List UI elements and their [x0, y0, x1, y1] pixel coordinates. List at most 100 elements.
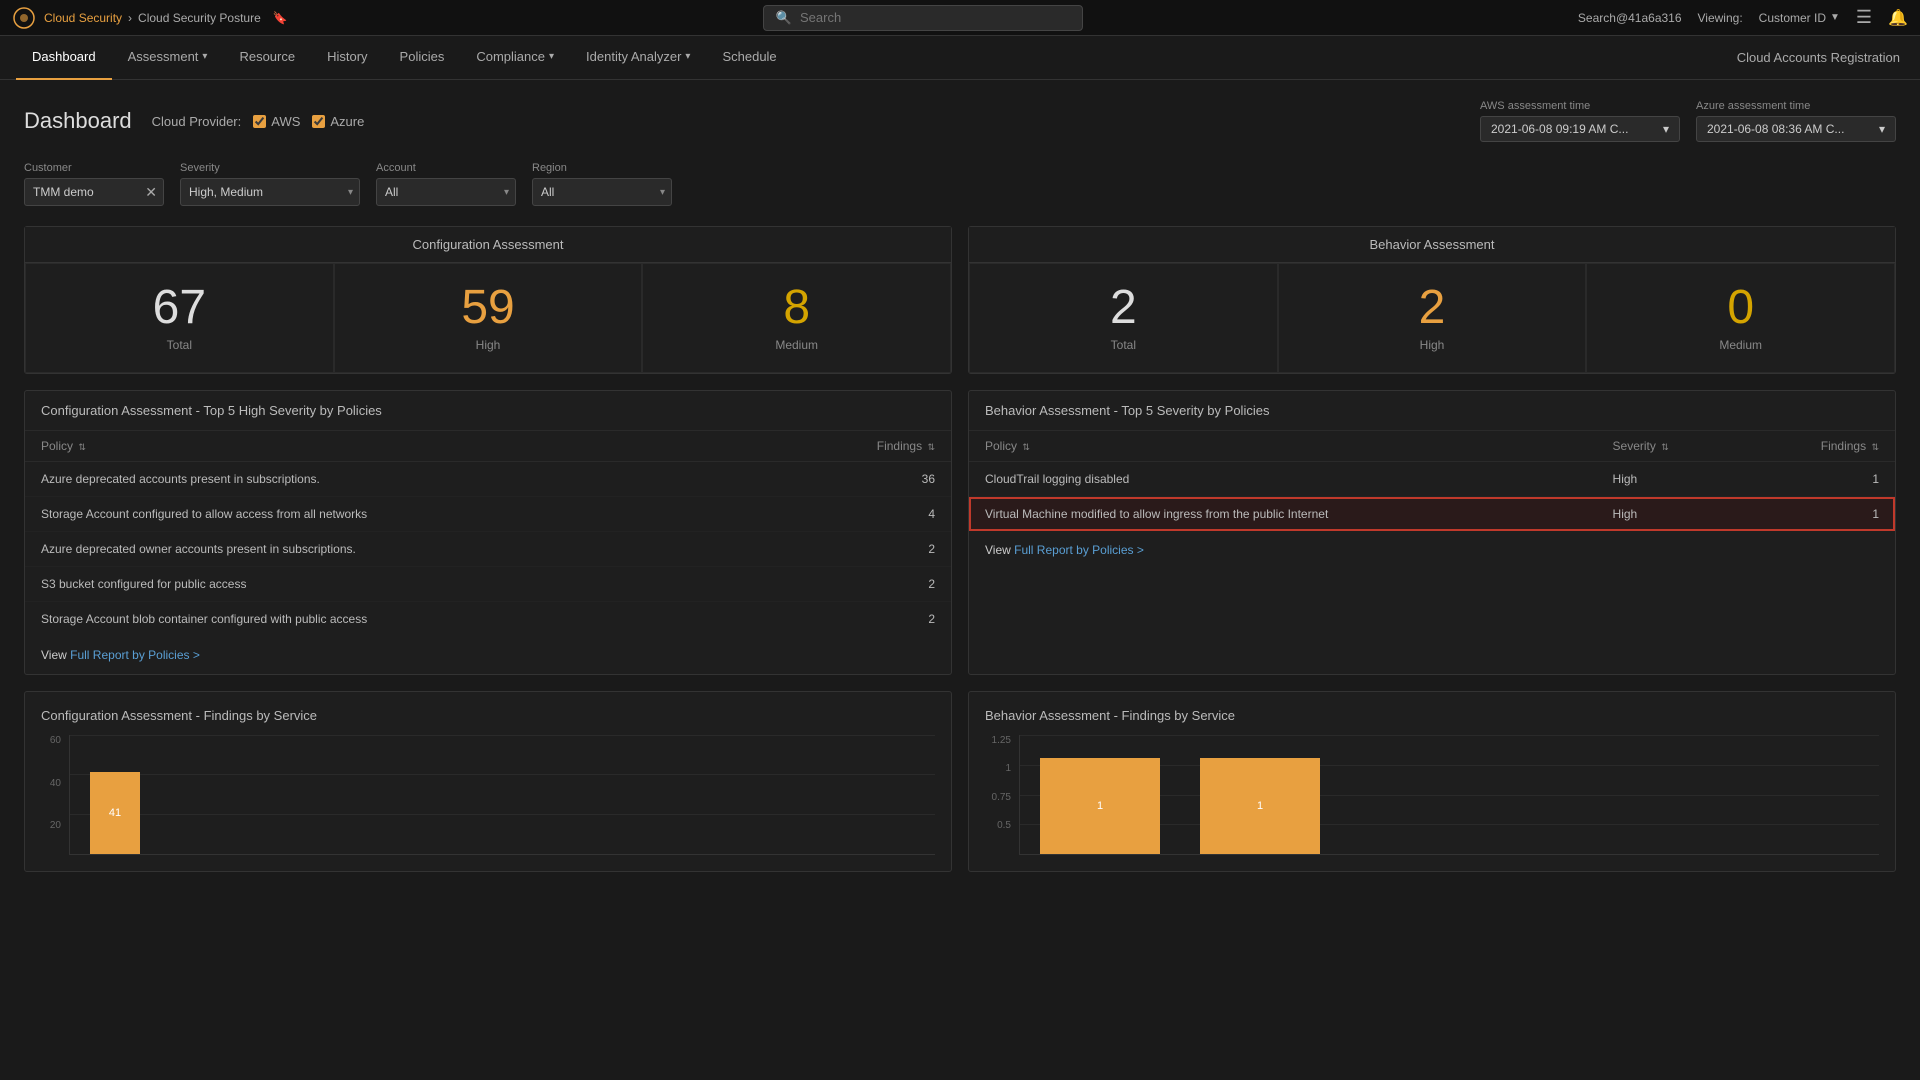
aws-checkbox-label[interactable]: AWS — [253, 114, 300, 129]
table-row[interactable]: Storage Account blob container configure… — [25, 602, 951, 637]
config-panel-header: Configuration Assessment — [25, 227, 951, 263]
filters-row: Customer TMM demo ✕ Severity High, Mediu… — [24, 162, 1896, 206]
nav-assessment[interactable]: Assessment ▾ — [112, 36, 224, 80]
severity-cell: High — [1597, 497, 1745, 532]
config-chart-area: 60 40 20 41 — [41, 735, 935, 855]
behavior-findings-col-header[interactable]: Findings ⇅ — [1744, 431, 1895, 462]
app-logo-container — [12, 6, 36, 30]
account-filter: Account All ▾ — [376, 162, 516, 206]
behavior-table-panel: Behavior Assessment - Top 5 Severity by … — [968, 390, 1896, 675]
table-row[interactable]: Azure deprecated accounts present in sub… — [25, 462, 951, 497]
nav-schedule[interactable]: Schedule — [706, 36, 792, 80]
behavior-bar-2-value: 1 — [1257, 800, 1263, 812]
chevron-down-icon: ▾ — [498, 187, 515, 198]
search-icon: 🔍 — [776, 10, 792, 26]
findings-cell: 1 — [1744, 462, 1895, 497]
aws-label: AWS — [271, 114, 300, 129]
chevron-down-icon: ▾ — [202, 51, 207, 62]
chevron-down-icon: ▾ — [685, 51, 690, 62]
config-bar-value: 41 — [109, 807, 121, 819]
nav-resource[interactable]: Resource — [223, 36, 311, 80]
breadcrumb: Cloud Security › Cloud Security Posture … — [44, 11, 288, 25]
breadcrumb-bookmark-icon[interactable]: 🔖 — [273, 11, 288, 25]
severity-select[interactable]: High, Medium — [181, 179, 342, 205]
config-chart-title: Configuration Assessment - Findings by S… — [41, 708, 935, 723]
clear-customer-icon[interactable]: ✕ — [139, 184, 163, 201]
sort-icon: ⇅ — [78, 442, 86, 452]
behavior-high-label: High — [1299, 338, 1566, 352]
policy-cell: CloudTrail logging disabled — [969, 462, 1597, 497]
customer-select[interactable]: TMM demo — [25, 179, 139, 205]
app-logo-icon — [12, 6, 36, 30]
page-title: Dashboard — [24, 108, 132, 134]
table-panels-row: Configuration Assessment - Top 5 High Se… — [24, 390, 1896, 675]
config-medium-value: 8 — [663, 284, 930, 332]
nav-policies[interactable]: Policies — [384, 36, 461, 80]
menu-icon[interactable]: ☰ — [1856, 7, 1872, 28]
azure-checkbox[interactable] — [312, 115, 325, 128]
config-medium-label: Medium — [663, 338, 930, 352]
aws-time-dropdown[interactable]: 2021-06-08 09:19 AM C... ▾ — [1480, 116, 1680, 142]
page-header: Dashboard Cloud Provider: AWS Azure AWS … — [24, 100, 1896, 142]
behavior-stats-row: 2 Total 2 High 0 Medium — [969, 263, 1895, 373]
customer-id-dropdown[interactable]: Customer ID ▼ — [1759, 11, 1840, 25]
notifications-icon[interactable]: 🔔 — [1888, 8, 1908, 28]
behavior-assessment-panel: Behavior Assessment 2 Total 2 High 0 Med… — [968, 226, 1896, 374]
chevron-down-icon: ▼ — [1830, 12, 1840, 23]
region-select[interactable]: All — [533, 179, 654, 205]
table-row[interactable]: Azure deprecated owner accounts present … — [25, 532, 951, 567]
account-select[interactable]: All — [377, 179, 498, 205]
nav-dashboard[interactable]: Dashboard — [16, 36, 112, 80]
config-findings-col-header[interactable]: Findings ⇅ — [765, 431, 951, 462]
behavior-table: Policy ⇅ Severity ⇅ Findings ⇅ — [969, 431, 1895, 531]
behavior-medium-value: 0 — [1607, 284, 1874, 332]
policy-cell: Virtual Machine modified to allow ingres… — [969, 497, 1597, 532]
behavior-view-row: View Full Report by Policies > — [969, 531, 1895, 569]
table-row[interactable]: Storage Account configured to allow acce… — [25, 497, 951, 532]
behavior-chart-bar-1: 1 — [1040, 758, 1160, 854]
azure-time-dropdown[interactable]: 2021-06-08 08:36 AM C... ▾ — [1696, 116, 1896, 142]
behavior-panel-header: Behavior Assessment — [969, 227, 1895, 263]
aws-time-label: AWS assessment time — [1480, 100, 1590, 112]
config-view-text: View — [41, 648, 70, 662]
nav-identity-analyzer[interactable]: Identity Analyzer ▾ — [570, 36, 706, 80]
table-row[interactable]: S3 bucket configured for public access 2 — [25, 567, 951, 602]
chart-y-1: 1 — [985, 763, 1011, 774]
cloud-provider-filter: Cloud Provider: AWS Azure — [152, 114, 365, 129]
behavior-chart-title: Behavior Assessment - Findings by Servic… — [985, 708, 1879, 723]
behavior-full-report-link[interactable]: Full Report by Policies > — [1014, 543, 1144, 557]
findings-cell: 1 — [1744, 497, 1895, 532]
nav-history[interactable]: History — [311, 36, 383, 80]
search-bar[interactable]: 🔍 — [763, 5, 1083, 31]
behavior-policy-col-header[interactable]: Policy ⇅ — [969, 431, 1597, 462]
search-input[interactable] — [800, 10, 1070, 25]
nav-compliance[interactable]: Compliance ▾ — [460, 36, 570, 80]
findings-cell: 2 — [765, 567, 951, 602]
aws-checkbox[interactable] — [253, 115, 266, 128]
findings-cell: 2 — [765, 532, 951, 567]
page-header-left: Dashboard Cloud Provider: AWS Azure — [24, 108, 364, 134]
config-stats-row: 67 Total 59 High 8 Medium — [25, 263, 951, 373]
chart-y-0.5: 0.5 — [985, 820, 1011, 831]
chevron-down-icon: ▾ — [342, 187, 359, 198]
chart-panels-row: Configuration Assessment - Findings by S… — [24, 691, 1896, 872]
breadcrumb-root[interactable]: Cloud Security — [44, 11, 122, 25]
aws-time-value: 2021-06-08 09:19 AM C... — [1491, 122, 1628, 136]
behavior-severity-col-header[interactable]: Severity ⇅ — [1597, 431, 1745, 462]
chevron-down-icon: ▾ — [654, 187, 671, 198]
config-full-report-link[interactable]: Full Report by Policies > — [70, 648, 200, 662]
chart-y-1.25: 1.25 — [985, 735, 1011, 746]
config-policy-col-header[interactable]: Policy ⇅ — [25, 431, 765, 462]
chart-y-60: 60 — [41, 735, 61, 746]
table-row[interactable]: Virtual Machine modified to allow ingres… — [969, 497, 1895, 532]
nav-right[interactable]: Cloud Accounts Registration — [1737, 50, 1920, 65]
cloud-accounts-link[interactable]: Cloud Accounts Registration — [1737, 50, 1900, 65]
table-row[interactable]: CloudTrail logging disabled High 1 — [969, 462, 1895, 497]
account-label: Account — [376, 162, 516, 174]
config-assessment-panel: Configuration Assessment 67 Total 59 Hig… — [24, 226, 952, 374]
breadcrumb-current: Cloud Security Posture — [138, 11, 261, 25]
region-label: Region — [532, 162, 672, 174]
behavior-chart-bar-2: 1 — [1200, 758, 1320, 854]
findings-cell: 36 — [765, 462, 951, 497]
azure-checkbox-label[interactable]: Azure — [312, 114, 364, 129]
